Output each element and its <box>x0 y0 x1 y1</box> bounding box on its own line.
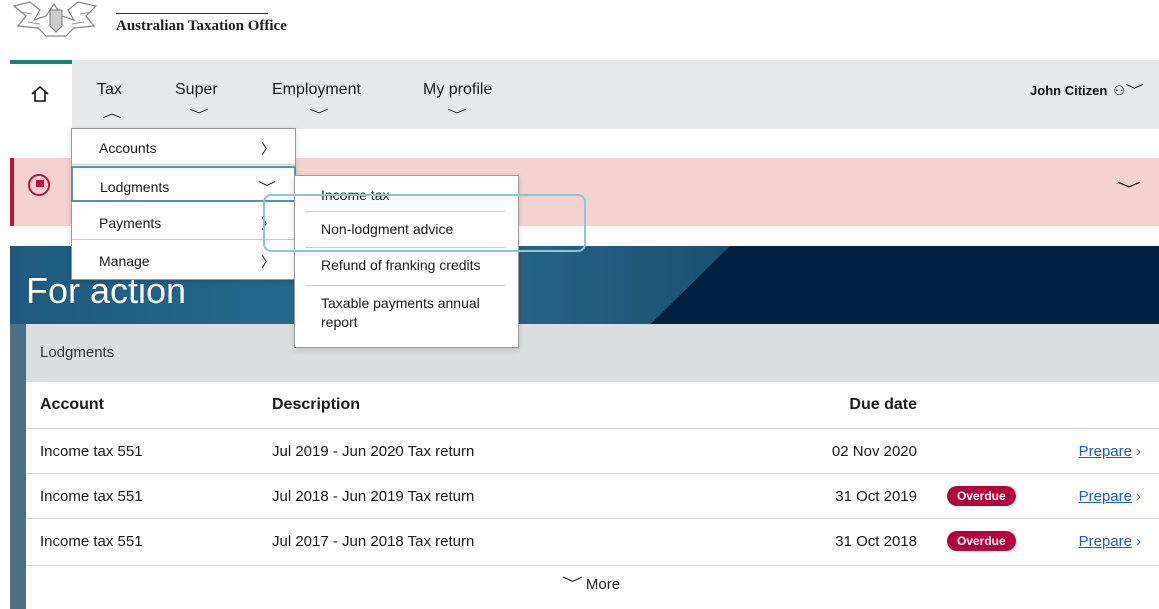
more-label: More <box>585 576 621 593</box>
menu-item-label: Payments <box>99 215 162 231</box>
active-tab-indicator <box>10 60 72 64</box>
description-cell: Jul 2018 - Jun 2019 Tax return <box>272 487 475 505</box>
account-cell: Income tax 551 <box>40 442 143 460</box>
action-cell: Prepare › <box>1067 429 1159 474</box>
status-cell: Overdue <box>917 474 1067 519</box>
chevron-right-icon: › <box>1136 532 1141 550</box>
chevron-right-icon: 〉 <box>261 254 275 270</box>
home-icon <box>31 85 49 102</box>
chevron-right-icon: › <box>1136 442 1141 460</box>
flag-icon <box>28 174 50 196</box>
nav-tax[interactable]: Tax <box>97 81 122 99</box>
nav-my-profile[interactable]: My profile <box>423 81 492 99</box>
action-cell: Prepare › <box>1067 474 1159 519</box>
brand-name: Australian Taxation Office <box>116 18 287 34</box>
chevron-down-icon[interactable]: ﹀ <box>1117 176 1141 200</box>
menu-item-label: Manage <box>99 253 150 269</box>
overdue-badge: Overdue <box>947 486 1016 506</box>
chevron-right-icon: › <box>1136 487 1141 505</box>
prepare-link[interactable]: Prepare <box>1079 443 1132 460</box>
due-date-cell: 31 Oct 2019 <box>835 487 917 505</box>
lodgments-card: Lodgments Account Description Due date I… <box>26 324 1159 609</box>
action-cell: Prepare › <box>1067 519 1159 564</box>
table-row: Income tax 551 Jul 2017 - Jun 2018 Tax r… <box>26 518 1159 564</box>
menu-item-lodgments[interactable]: Lodgments ﹀ <box>71 166 296 202</box>
column-action <box>1067 382 1159 429</box>
nav-super[interactable]: Super <box>175 81 218 99</box>
lodgments-table: Account Description Due date Income tax … <box>26 382 1159 563</box>
submenu-item-refund-of-franking-credits[interactable]: Refund of franking credits <box>305 248 505 286</box>
more-button[interactable]: ﹀ More <box>26 565 1159 604</box>
focus-highlight <box>263 194 586 252</box>
chevron-down-icon: ﹀ <box>1125 83 1144 98</box>
column-status <box>917 382 1067 429</box>
prepare-link[interactable]: Prepare <box>1079 533 1132 550</box>
user-menu[interactable]: John Citizen ⚇﹀ <box>1030 80 1144 99</box>
menu-item-label: Lodgments <box>100 179 170 195</box>
menu-item-payments[interactable]: Payments 〉 <box>72 204 295 240</box>
coat-of-arms-logo <box>10 0 102 38</box>
column-description: Description <box>272 396 361 413</box>
lodgments-card-frame: Lodgments Account Description Due date I… <box>10 324 1159 609</box>
description-cell: Jul 2017 - Jun 2018 Tax return <box>272 532 475 550</box>
account-cell: Income tax 551 <box>40 487 143 505</box>
chevron-down-icon: ﹀ <box>447 108 467 122</box>
table-header-row: Account Description Due date <box>26 382 1159 429</box>
prepare-link[interactable]: Prepare <box>1079 488 1132 505</box>
brand-divider <box>116 13 268 14</box>
account-cell: Income tax 551 <box>40 532 143 550</box>
chevron-down-icon: ﹀ <box>309 108 329 122</box>
chevron-up-icon: ︿ <box>102 106 122 120</box>
table-row: Income tax 551 Jul 2018 - Jun 2019 Tax r… <box>26 473 1159 519</box>
chevron-down-icon: ﹀ <box>189 108 209 122</box>
status-cell <box>917 429 1067 474</box>
due-date-cell: 31 Oct 2018 <box>835 532 917 550</box>
menu-item-manage[interactable]: Manage 〉 <box>72 242 295 278</box>
home-tab[interactable] <box>10 64 72 129</box>
due-date-cell: 02 Nov 2020 <box>831 442 917 460</box>
column-account: Account <box>40 396 104 413</box>
submenu-item-taxable-payments-annual-report[interactable]: Taxable payments annual report <box>305 286 505 344</box>
menu-item-accounts[interactable]: Accounts 〉 <box>72 129 295 165</box>
nav-employment[interactable]: Employment <box>272 81 361 99</box>
user-name: John Citizen <box>1030 83 1108 98</box>
submenu-item-label: Taxable payments annual report <box>321 295 480 330</box>
menu-item-label: Accounts <box>99 140 157 156</box>
overdue-badge: Overdue <box>947 531 1016 551</box>
table-row: Income tax 551 Jul 2019 - Jun 2020 Tax r… <box>26 428 1159 474</box>
chevron-down-icon: ﹀ <box>561 576 583 593</box>
description-cell: Jul 2019 - Jun 2020 Tax return <box>272 442 475 460</box>
user-icon: ⚇ <box>1113 83 1125 98</box>
main-navigation: Tax ︿ Super ﹀ Employment ﹀ My profile ﹀ … <box>10 60 1159 129</box>
chevron-right-icon: 〉 <box>261 141 275 157</box>
submenu-item-label: Refund of franking credits <box>321 257 481 273</box>
card-header: Lodgments <box>26 324 1159 382</box>
card-heading: Lodgments <box>40 344 115 361</box>
status-cell: Overdue <box>917 519 1067 564</box>
column-due-date: Due date <box>849 396 917 413</box>
